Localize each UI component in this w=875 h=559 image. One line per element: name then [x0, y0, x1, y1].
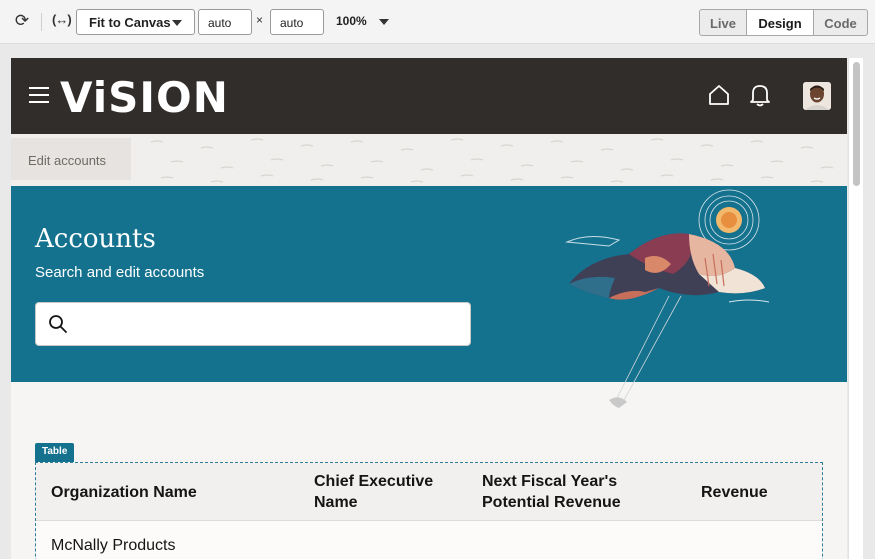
texture-pattern [150, 138, 834, 183]
avatar[interactable] [803, 82, 831, 110]
fit-select-label: Fit to Canvas [89, 15, 171, 30]
fit-to-canvas-select[interactable]: Fit to Canvas [76, 9, 195, 35]
cell-organization: McNally Products [51, 537, 176, 554]
column-header-potential-revenue[interactable]: Next Fiscal Year's Potential Revenue [482, 471, 672, 513]
menu-icon[interactable] [29, 87, 49, 103]
chevron-down-icon[interactable] [379, 19, 389, 25]
mode-design-button[interactable]: Design [747, 10, 814, 35]
mode-switcher: Live Design Code [699, 9, 868, 36]
refresh-icon[interactable]: ⟳ [12, 11, 32, 31]
hero-illustration [565, 189, 770, 408]
search-icon [49, 315, 67, 333]
mode-code-button[interactable]: Code [814, 10, 867, 35]
column-header-organization[interactable]: Organization Name [51, 482, 197, 503]
page-subtitle: Search and edit accounts [35, 264, 205, 281]
breadcrumb[interactable]: Edit accounts [11, 138, 131, 180]
fit-width-icon[interactable]: (↔) [52, 12, 72, 27]
zoom-select[interactable]: 100% [336, 14, 367, 28]
width-input[interactable]: auto [198, 9, 252, 35]
app-logo: ViSION [60, 73, 229, 122]
column-header-ceo[interactable]: Chief Executive Name [314, 471, 454, 513]
mode-live-button[interactable]: Live [700, 10, 747, 35]
canvas-scrollbar[interactable] [848, 58, 863, 559]
toolbar-divider [41, 13, 42, 31]
table-header: Organization Name Chief Executive Name N… [36, 463, 822, 521]
page-title: Accounts [35, 224, 156, 254]
column-header-revenue[interactable]: Revenue [701, 482, 768, 503]
scrollbar-thumb[interactable] [853, 62, 860, 186]
bell-icon[interactable] [749, 83, 771, 107]
table-row[interactable]: McNally Products [36, 521, 822, 559]
search-input[interactable] [80, 311, 460, 337]
chevron-down-icon [172, 20, 182, 26]
dimension-separator: × [256, 13, 264, 27]
designer-toolbar: ⟳ (↔) Fit to Canvas auto × auto 100% Liv… [0, 0, 875, 44]
search-field[interactable] [35, 302, 471, 346]
table-badge: Table [35, 443, 75, 462]
accounts-table: Organization Name Chief Executive Name N… [35, 462, 823, 559]
breadcrumb-band: Edit accounts [11, 134, 847, 186]
home-icon[interactable] [708, 84, 730, 106]
height-input[interactable]: auto [270, 9, 324, 35]
design-canvas: ViSION Edit accounts Accounts Search and… [11, 58, 847, 559]
app-header: ViSION [11, 58, 847, 134]
